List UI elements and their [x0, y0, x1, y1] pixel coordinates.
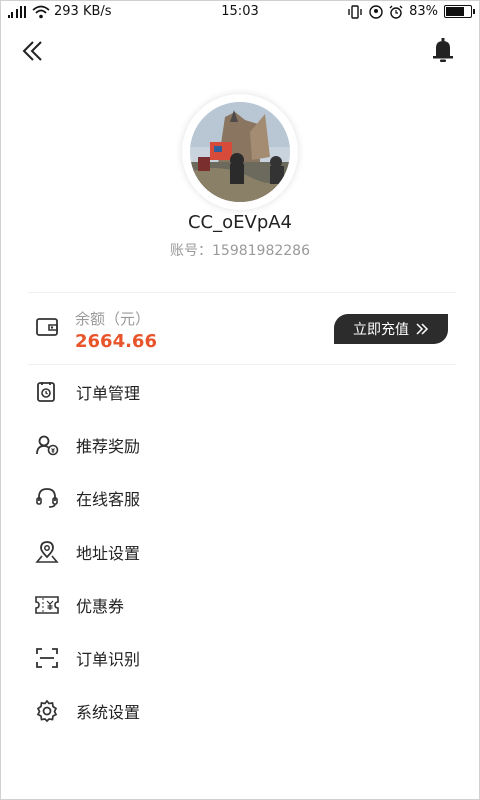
balance-value: 2664.66 — [75, 331, 157, 352]
status-right: 83% — [347, 4, 475, 19]
balance-row[interactable]: 余额（元） 2664.66 立即充值 — [30, 300, 450, 360]
back-button[interactable] — [16, 36, 50, 66]
recharge-label: 立即充值 — [353, 322, 409, 338]
menu-item-coupons[interactable]: 优惠券 — [30, 578, 450, 631]
menu-item-label: 地址设置 — [76, 543, 141, 563]
menu-item-referral-reward[interactable]: 推荐奖励 — [30, 418, 450, 471]
battery-icon — [444, 5, 475, 18]
double-chevron-right-icon — [416, 323, 429, 335]
menu-list: 订单管理 推荐奖励 在线客服 地址设置 优惠券 订单识别 系统设置 — [30, 365, 450, 738]
menu-item-label: 系统设置 — [76, 703, 141, 723]
vibrate-icon — [348, 4, 362, 19]
battery-fill — [446, 7, 464, 16]
menu-item-label: 在线客服 — [76, 490, 141, 510]
scan-icon — [34, 645, 60, 671]
notification-button[interactable] — [432, 38, 458, 64]
menu-item-label: 订单识别 — [76, 650, 141, 670]
bell-icon — [433, 38, 453, 62]
username: CC_oEVpA4 — [187, 212, 293, 233]
referral-reward-icon — [34, 432, 60, 458]
menu-item-order-recognition[interactable]: 订单识别 — [30, 631, 450, 684]
order-management-icon — [34, 379, 60, 405]
avatar-photo — [190, 102, 290, 202]
status-bar: 293 KB/s 15:03 83% — [0, 0, 480, 26]
divider — [28, 292, 456, 293]
menu-item-order-management[interactable]: 订单管理 — [30, 365, 450, 418]
location-status-icon — [369, 4, 383, 19]
headset-icon — [34, 485, 60, 511]
wallet-icon — [36, 318, 58, 336]
menu-item-label: 优惠券 — [76, 596, 125, 616]
menu-item-label: 订单管理 — [76, 383, 141, 403]
double-chevron-left-icon — [22, 41, 42, 61]
account-number: 账号：15981982286 — [170, 243, 310, 259]
avatar-frame[interactable] — [182, 94, 298, 210]
balance-label: 余额（元） — [75, 310, 151, 328]
battery-percent: 83% — [409, 4, 438, 19]
gear-icon — [34, 698, 60, 724]
menu-item-address-settings[interactable]: 地址设置 — [30, 525, 450, 578]
alarm-icon — [389, 5, 403, 19]
avatar[interactable] — [190, 102, 290, 202]
coupon-icon — [34, 592, 60, 618]
menu-item-label: 推荐奖励 — [76, 436, 141, 456]
menu-item-system-settings[interactable]: 系统设置 — [30, 685, 450, 738]
location-pin-icon — [34, 539, 60, 565]
menu-item-online-service[interactable]: 在线客服 — [30, 472, 450, 525]
recharge-button[interactable]: 立即充值 — [334, 314, 448, 344]
